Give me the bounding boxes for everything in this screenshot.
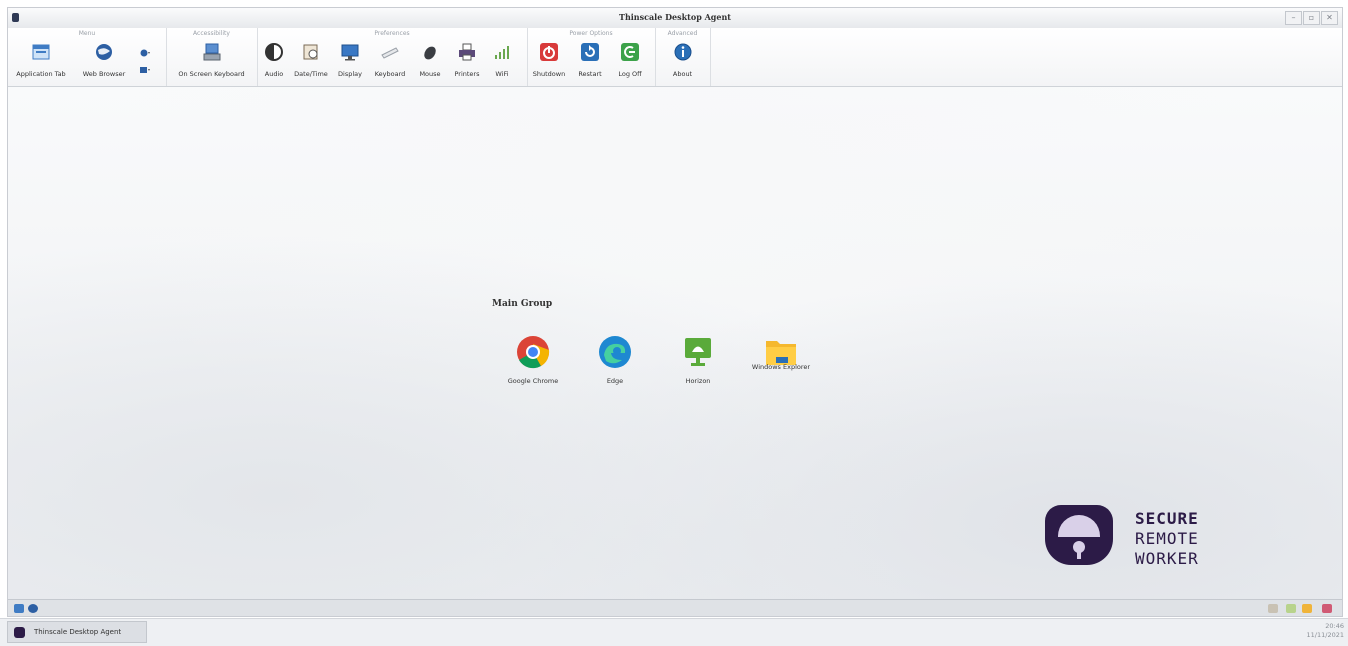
button-label: Application Tab (16, 70, 66, 78)
on-screen-keyboard-icon (203, 43, 220, 61)
audio-icon (265, 43, 283, 61)
button-label: Mouse (419, 70, 441, 78)
monitor-icon (341, 44, 359, 61)
globe-icon (96, 44, 112, 60)
desktop-icon-windows-explorer[interactable]: Windows Explorer (746, 335, 816, 395)
ribbon-group-power-options: Power Options Shutdown Restart Log Off (527, 28, 656, 86)
ribbon-group-accessibility: Accessibility On Screen Keyboard (166, 28, 258, 86)
button-label: Keyboard (374, 70, 406, 78)
button-label: Printers (454, 70, 480, 78)
shutdown-button[interactable]: Shutdown (529, 40, 569, 84)
browser-toggle-icon[interactable] (28, 604, 38, 613)
app-window: Thinscale Desktop Agent – ▫ ✕ Menu Appli… (7, 7, 1343, 617)
close-button[interactable]: ✕ (1321, 11, 1338, 25)
ribbon-group-advanced: Advanced About (655, 28, 711, 86)
group-label: Menu (78, 30, 96, 37)
system-clock[interactable]: 20:46 11/11/2021 (1307, 622, 1344, 640)
display-button[interactable]: Display (333, 40, 367, 84)
restart-icon (581, 43, 599, 61)
ribbon-group-preferences: Preferences Audio Date/Time Display Keyb… (257, 28, 528, 86)
window-title: Thinscale Desktop Agent (619, 12, 731, 22)
desktop-icon-edge[interactable]: Edge (580, 335, 650, 395)
status-bar (8, 599, 1342, 616)
desktop-icon-google-chrome[interactable]: Google Chrome (498, 335, 568, 395)
maximize-button[interactable]: ▫ (1303, 11, 1320, 25)
wifi-button[interactable]: WiFi (487, 40, 517, 84)
desktop-icon-label: Horizon (685, 377, 711, 385)
application-tab-button[interactable]: Application Tab (10, 40, 72, 84)
desktop-icon-label: Edge (606, 377, 624, 385)
date-time-button[interactable]: Date/Time (291, 40, 331, 84)
brand-line-3: WORKER (1135, 549, 1199, 568)
about-button[interactable]: About (660, 40, 705, 84)
clock-time: 20:46 (1325, 622, 1344, 630)
window-controls: – ▫ ✕ (1285, 11, 1338, 25)
folder-tray-icon[interactable] (1302, 604, 1312, 613)
wifi-signal-icon (495, 46, 509, 59)
title-bar[interactable]: Thinscale Desktop Agent – ▫ ✕ (8, 8, 1342, 29)
log-off-icon (621, 43, 639, 61)
button-label: Shutdown (532, 70, 566, 78)
desktop-icon-label: Windows Explorer (751, 363, 811, 371)
thinscale-lock-icon (14, 627, 25, 638)
edge-icon (599, 336, 631, 368)
taskbar-item-label: Thinscale Desktop Agent (34, 628, 122, 636)
button-label: Web Browser (82, 70, 126, 78)
ribbon-toolbar: Menu Application Tab Web Browser Accessi… (8, 28, 1342, 87)
button-label: Display (338, 70, 362, 78)
lock-icon (1045, 505, 1113, 565)
taskbar-item-thinscale[interactable]: Thinscale Desktop Agent (7, 621, 147, 643)
keyboard-button[interactable]: Keyboard (369, 40, 411, 84)
tabs-toggle-icon[interactable] (14, 604, 24, 613)
restart-button[interactable]: Restart (571, 40, 609, 84)
taskbar: Thinscale Desktop Agent 20:46 11/11/2021 (0, 618, 1348, 646)
group-label: Preferences (374, 30, 410, 37)
audio-button[interactable]: Audio (259, 40, 289, 84)
desktop-icon-horizon[interactable]: Horizon (663, 335, 733, 395)
minimize-button[interactable]: – (1285, 11, 1302, 25)
group-label: Accessibility (193, 30, 230, 37)
clock-date: 11/11/2021 (1306, 631, 1344, 639)
ribbon-group-menu: Menu Application Tab Web Browser (8, 28, 167, 86)
brand-line-2: REMOTE (1135, 529, 1199, 548)
button-label: WiFi (495, 70, 509, 78)
button-label: About (672, 70, 693, 78)
mouse-icon (424, 46, 436, 60)
button-label: On Screen Keyboard (178, 70, 245, 78)
group-label: Power Options (569, 30, 613, 37)
button-label: Log Off (618, 70, 642, 78)
tabs-dropdown-icon[interactable] (140, 66, 150, 74)
browser-dropdown-icon[interactable] (140, 49, 150, 57)
desktop-group-title: Main Group (492, 299, 553, 309)
desktop-area: Main Group Google Chrome Edge Horizon Wi… (8, 87, 1342, 599)
chrome-icon (517, 336, 550, 369)
printer-icon (459, 43, 475, 61)
on-screen-keyboard-button[interactable]: On Screen Keyboard (168, 40, 255, 84)
power-icon (540, 43, 558, 61)
log-off-button[interactable]: Log Off (611, 40, 649, 84)
button-label: Audio (264, 70, 284, 78)
web-browser-button[interactable]: Web Browser (74, 40, 134, 84)
printers-button[interactable]: Printers (449, 40, 485, 84)
secure-remote-worker-logo: SECURE REMOTE WORKER (1045, 501, 1265, 581)
horizon-icon (685, 338, 711, 366)
wifi-tray-icon[interactable] (1286, 604, 1296, 613)
mouse-button[interactable]: Mouse (413, 40, 447, 84)
desktop-icon-label: Google Chrome (507, 377, 559, 385)
power-tray-icon[interactable] (1322, 604, 1332, 613)
calendar-clock-icon (303, 44, 318, 60)
keyboard-icon (381, 47, 399, 59)
button-label: Restart (578, 70, 602, 78)
application-tab-icon (32, 44, 50, 60)
brand-line-1: SECURE (1135, 509, 1199, 528)
info-icon (674, 43, 691, 61)
date-time-tray-icon[interactable] (1268, 604, 1278, 613)
button-label: Date/Time (294, 70, 328, 78)
group-label: Advanced (667, 30, 698, 37)
